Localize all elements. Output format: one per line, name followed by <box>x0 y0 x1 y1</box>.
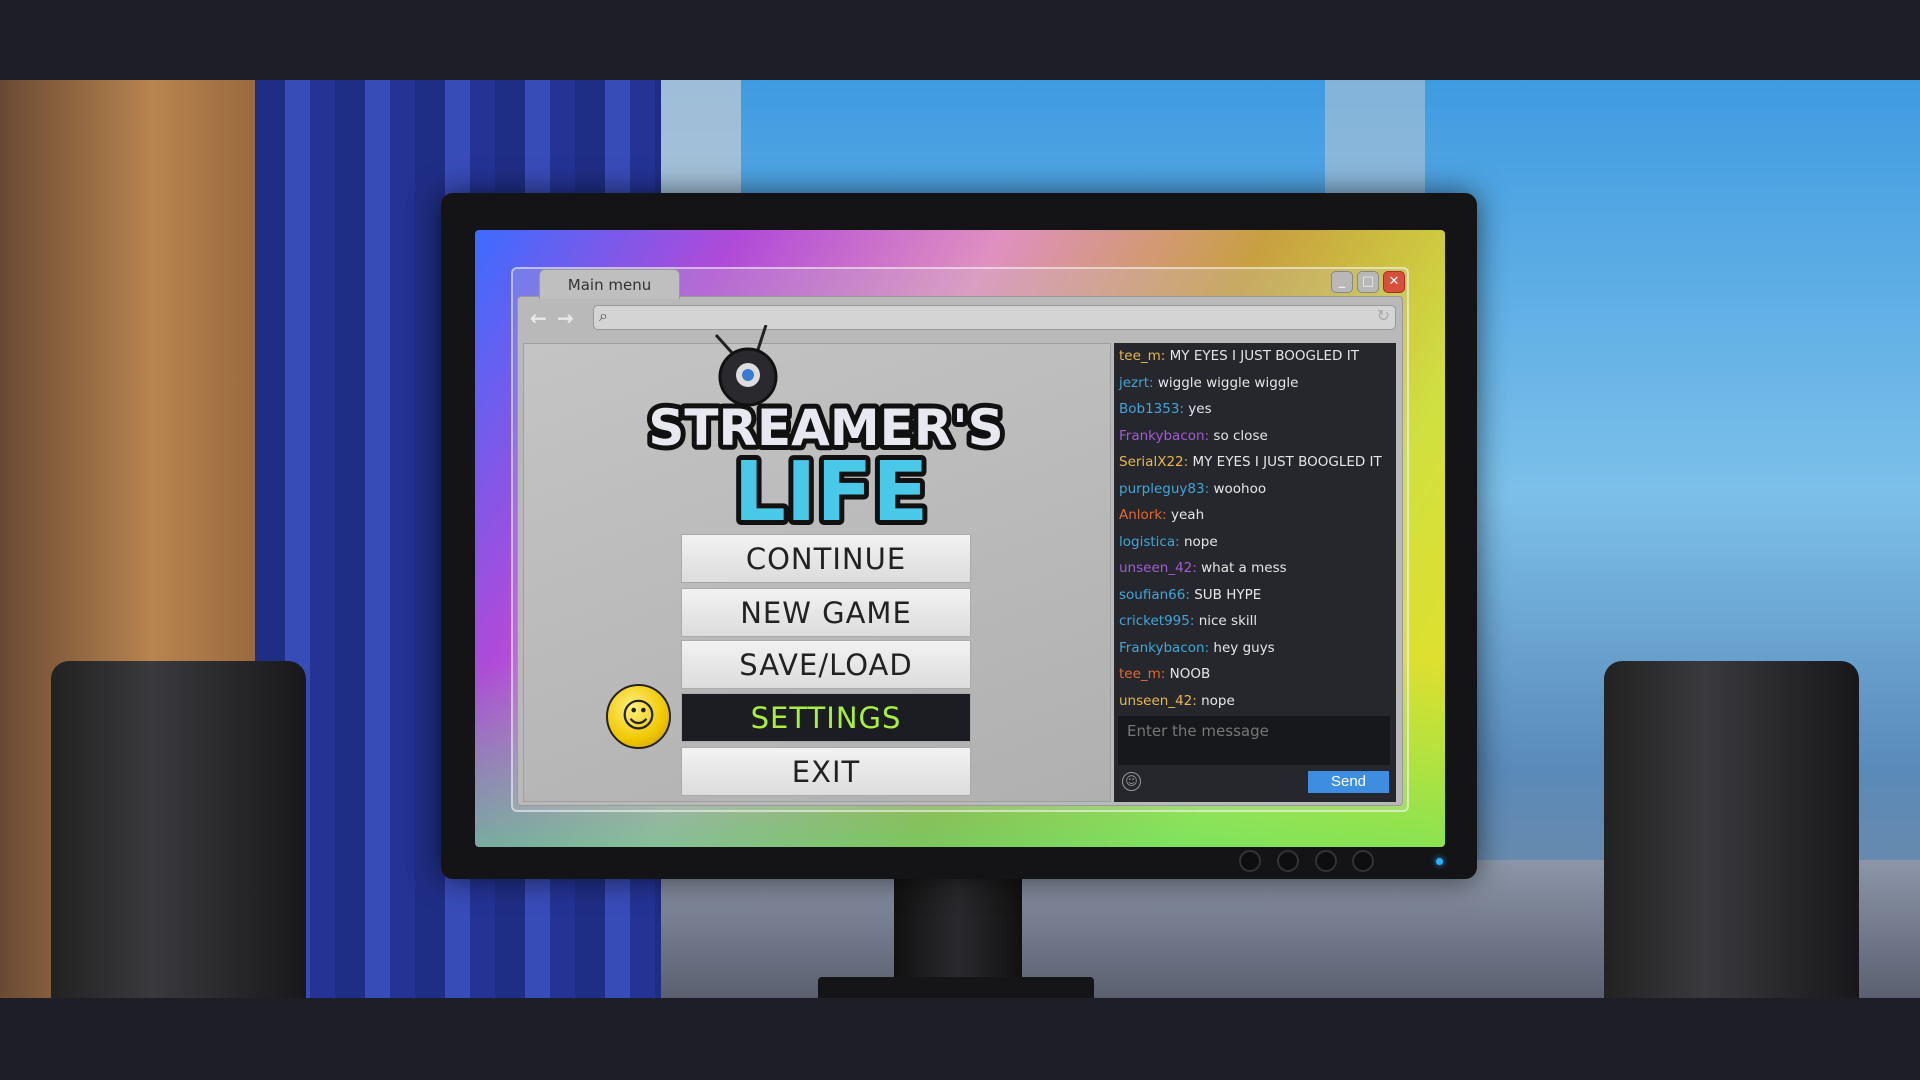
chat-text: nope <box>1183 533 1218 550</box>
power-led <box>1436 858 1443 865</box>
chat-username[interactable]: tee_m: <box>1119 348 1165 364</box>
menu-button-settings[interactable]: SETTINGS <box>681 693 971 742</box>
chat-username[interactable]: Bob1353: <box>1119 401 1184 417</box>
chat-username[interactable]: cricket995: <box>1119 613 1194 629</box>
monitor-stand <box>894 879 1022 979</box>
chat-message: logistica: nope <box>1119 534 1218 550</box>
chat-username[interactable]: Anlork: <box>1119 507 1167 523</box>
chat-username[interactable]: soufian66: <box>1119 587 1190 603</box>
chat-text: MY EYES I JUST BOOGLED IT <box>1192 454 1382 470</box>
menu-button-exit[interactable]: EXIT <box>681 747 971 796</box>
search-icon: ⌕ <box>599 306 608 325</box>
chat-text: wiggle wiggle wiggle <box>1157 374 1299 391</box>
chat-text: so close <box>1213 427 1268 444</box>
chat-username[interactable]: SerialX22: <box>1119 454 1188 470</box>
menu-button-continue[interactable]: CONTINUE <box>681 534 971 583</box>
reload-icon[interactable]: ↻ <box>1377 306 1390 325</box>
chat-message: soufian66: SUB HYPE <box>1119 587 1261 603</box>
send-button[interactable]: Send <box>1308 771 1389 793</box>
minimize-button[interactable]: _ <box>1331 271 1353 293</box>
chat-message: purpleguy83: woohoo <box>1119 481 1266 497</box>
left-speaker <box>51 661 306 998</box>
chat-message: jezrt: wiggle wiggle wiggle <box>1119 375 1298 391</box>
monitor-button[interactable] <box>1315 850 1337 872</box>
chat-text: nope <box>1201 692 1235 709</box>
logo-line2: LIFE <box>734 445 929 527</box>
chat-text: NOOB <box>1169 666 1211 682</box>
chat-username[interactable]: Frankybacon: <box>1119 428 1209 444</box>
chat-message: tee_m: MY EYES I JUST BOOGLED IT <box>1119 348 1359 364</box>
chat-username[interactable]: purpleguy83: <box>1119 481 1209 497</box>
chat-text: yes <box>1188 401 1212 417</box>
arrow-left-icon[interactable]: ← <box>530 306 547 330</box>
monitor-base <box>818 977 1094 998</box>
chat-text: nice skill <box>1198 613 1258 629</box>
chat-text: woohoo <box>1213 480 1267 497</box>
chat-message-input[interactable]: Enter the message <box>1118 716 1390 765</box>
monitor-button[interactable] <box>1239 850 1261 872</box>
monitor-button[interactable] <box>1277 850 1299 872</box>
chat-message: Anlork: yeah <box>1119 507 1204 523</box>
smiley-icon[interactable]: ☺ <box>1122 772 1141 791</box>
troll-face-icon: ☺ <box>606 684 671 749</box>
chat-username[interactable]: Frankybacon: <box>1119 640 1209 656</box>
chat-message: unseen_42: what a mess <box>1119 560 1287 576</box>
menu-button-save-load[interactable]: SAVE/LOAD <box>681 640 971 689</box>
chat-username[interactable]: unseen_42: <box>1119 560 1197 576</box>
chat-message: Frankybacon: hey guys <box>1119 640 1275 656</box>
chat-username[interactable]: tee_m: <box>1119 666 1165 682</box>
chat-text: hey guys <box>1213 639 1275 656</box>
chat-message: Frankybacon: so close <box>1119 428 1268 444</box>
chat-text: yeah <box>1171 507 1205 523</box>
top-letterbox <box>0 0 1920 80</box>
bottom-letterbox <box>0 998 1920 1080</box>
chat-text: MY EYES I JUST BOOGLED IT <box>1169 348 1359 364</box>
chat-message: SerialX22: MY EYES I JUST BOOGLED IT <box>1119 454 1382 470</box>
chat-text: what a mess <box>1201 560 1287 576</box>
game-logo: STREAMER'S LIFE <box>643 325 1009 527</box>
right-speaker <box>1604 661 1859 998</box>
chat-username[interactable]: logistica: <box>1119 534 1180 550</box>
chat-username[interactable]: jezrt: <box>1119 375 1154 391</box>
tab-main-menu[interactable]: Main menu <box>539 269 680 299</box>
maximize-button[interactable]: □ <box>1357 271 1379 293</box>
chat-message: Bob1353: yes <box>1119 401 1212 417</box>
chat-text: SUB HYPE <box>1194 586 1262 603</box>
arrow-right-icon[interactable]: → <box>557 306 574 330</box>
monitor-button[interactable] <box>1352 850 1374 872</box>
chat-username[interactable]: unseen_42: <box>1119 693 1197 709</box>
chat-message: unseen_42: nope <box>1119 693 1235 709</box>
menu-button-new-game[interactable]: NEW GAME <box>681 588 971 637</box>
close-button[interactable]: ✕ <box>1383 271 1405 293</box>
chat-message: cricket995: nice skill <box>1119 613 1257 629</box>
chat-message: tee_m: NOOB <box>1119 666 1210 682</box>
